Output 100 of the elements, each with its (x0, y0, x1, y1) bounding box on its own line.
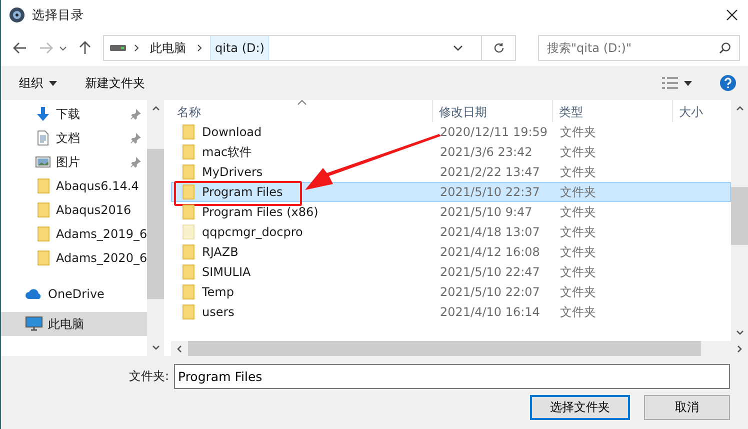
sidebar-item[interactable]: Adams_2020_6 (1, 246, 148, 270)
file-row[interactable]: MyDrivers 2021/2/22 13:47 文件夹 (171, 162, 731, 182)
sidebar-label: 此电脑 (48, 316, 84, 332)
document-icon (35, 130, 51, 146)
type-cell: 文件夹 (560, 144, 596, 160)
date-cell: 2021/5/10 22:37 (440, 185, 540, 199)
folder-icon (35, 202, 51, 218)
close-icon[interactable] (726, 9, 738, 21)
type-cell: 文件夹 (560, 184, 596, 200)
file-row[interactable]: qqpcmgr_docpro 2021/4/18 13:07 文件夹 (171, 222, 731, 242)
download-arrow-icon (35, 106, 51, 122)
search-icon (719, 42, 731, 54)
back-arrow-icon[interactable] (13, 42, 27, 54)
address-bar[interactable]: 此电脑 qita (D:) (103, 35, 516, 61)
window-title: 选择目录 (32, 6, 84, 24)
refresh-icon (492, 42, 504, 54)
column-header[interactable]: 名称 (171, 100, 433, 122)
date-cell: 2020/12/11 19:59 (440, 125, 548, 139)
file-name: Program Files (202, 185, 283, 199)
scroll-thumb[interactable] (147, 149, 164, 299)
date-cell: 2021/5/10 9:47 (440, 205, 532, 219)
sidebar-label: Adams_2020_6 (56, 251, 148, 265)
file-name: Temp (202, 285, 234, 299)
file-name: RJAZB (202, 245, 238, 259)
breadcrumb[interactable]: qita (D:) (210, 36, 270, 60)
help-icon[interactable] (720, 75, 736, 91)
sidebar-item[interactable]: 此电脑 (1, 312, 148, 336)
file-name: Download (202, 125, 262, 139)
caret-icon[interactable] (684, 80, 692, 86)
select-folder-button[interactable]: 选择文件夹 (530, 395, 630, 420)
chevron-up-icon[interactable] (736, 106, 744, 111)
sidebar-item[interactable]: 图片 (1, 150, 148, 174)
monitor-icon (25, 316, 43, 332)
file-name: SIMULIA (202, 265, 251, 279)
type-cell: 文件夹 (560, 224, 596, 240)
sidebar-item[interactable]: OneDrive (1, 282, 148, 306)
file-row[interactable]: Temp 2021/5/10 22:07 文件夹 (171, 282, 731, 302)
sidebar-label: 下载 (56, 106, 80, 122)
caret-icon (49, 80, 57, 86)
file-name: MyDrivers (202, 165, 263, 179)
breadcrumb[interactable]: 此电脑 (147, 36, 189, 60)
cloud-icon (25, 288, 43, 300)
file-row[interactable]: SIMULIA 2021/5/10 22:47 文件夹 (171, 262, 731, 282)
column-header[interactable]: 修改日期 (433, 100, 553, 122)
organize-button[interactable]: 组织 (13, 70, 63, 96)
search-field[interactable]: 搜索"qita (D:)" (538, 35, 740, 61)
date-cell: 2021/5/10 22:07 (440, 285, 540, 299)
sidebar-label: Adams_2019_6 (56, 227, 148, 241)
file-row[interactable]: RJAZB 2021/4/12 16:08 文件夹 (171, 242, 731, 262)
type-cell: 文件夹 (560, 304, 596, 320)
file-row[interactable]: mac软件 2021/3/6 23:42 文件夹 (171, 142, 731, 162)
chevron-down-icon[interactable] (152, 345, 160, 350)
up-arrow-icon[interactable] (79, 41, 91, 55)
sidebar-label: Abaqus2016 (56, 203, 132, 217)
type-cell: 文件夹 (560, 124, 596, 140)
type-cell: 文件夹 (560, 264, 596, 280)
chevron-right-icon (134, 44, 139, 52)
sidebar-label: Abaqus6.14.4 (56, 179, 139, 193)
chevron-down-icon[interactable] (59, 46, 67, 50)
file-row[interactable]: users 2021/4/10 16:14 文件夹 (171, 302, 731, 322)
sidebar-item[interactable]: Abaqus2016 (1, 198, 148, 222)
sidebar-item[interactable]: Adams_2019_6 (1, 222, 148, 246)
type-cell: 文件夹 (560, 284, 596, 300)
chevron-up-icon[interactable] (152, 106, 160, 111)
chevron-left-icon[interactable] (177, 344, 182, 352)
scroll-thumb[interactable] (731, 187, 748, 245)
sidebar-label: OneDrive (48, 287, 104, 301)
cancel-button[interactable]: 取消 (644, 395, 730, 420)
folder-icon (35, 178, 51, 194)
view-list-icon[interactable] (662, 77, 678, 89)
chevron-down-icon[interactable] (736, 330, 744, 335)
file-row[interactable]: Download 2020/12/11 19:59 文件夹 (171, 122, 731, 142)
column-header[interactable]: 大小 (673, 100, 731, 122)
sidebar-item[interactable]: Abaqus6.14.4 (1, 174, 148, 198)
date-cell: 2021/3/6 23:42 (440, 145, 532, 159)
column-header[interactable]: 类型 (553, 100, 673, 122)
folder-icon (35, 226, 51, 242)
sidebar-label: 图片 (56, 154, 80, 170)
folder-icon (35, 250, 51, 266)
file-row[interactable]: Program Files (x86) 2021/5/10 9:47 文件夹 (171, 202, 731, 222)
drive-icon (110, 44, 126, 52)
date-cell: 2021/4/10 16:14 (440, 305, 540, 319)
file-name: users (202, 305, 234, 319)
sidebar-label: 文档 (56, 130, 80, 146)
chevron-right-icon[interactable] (737, 344, 742, 352)
sidebar-item[interactable]: 文档 (1, 126, 148, 150)
type-cell: 文件夹 (560, 244, 596, 260)
chevron-down-icon[interactable] (453, 45, 463, 51)
chevron-right-icon (197, 44, 202, 52)
disc-icon (9, 7, 25, 23)
sort-caret-icon (296, 100, 306, 105)
date-cell: 2021/5/10 22:47 (440, 265, 540, 279)
new-folder-button[interactable]: 新建文件夹 (79, 70, 151, 96)
sidebar-item[interactable]: 下载 (1, 102, 148, 126)
folder-label: 文件夹: (128, 368, 169, 385)
date-cell: 2021/4/18 13:07 (440, 225, 540, 239)
file-name: mac软件 (202, 144, 252, 160)
file-name: Program Files (x86) (202, 205, 318, 219)
folder-input[interactable]: Program Files (174, 364, 730, 389)
type-cell: 文件夹 (560, 164, 596, 180)
